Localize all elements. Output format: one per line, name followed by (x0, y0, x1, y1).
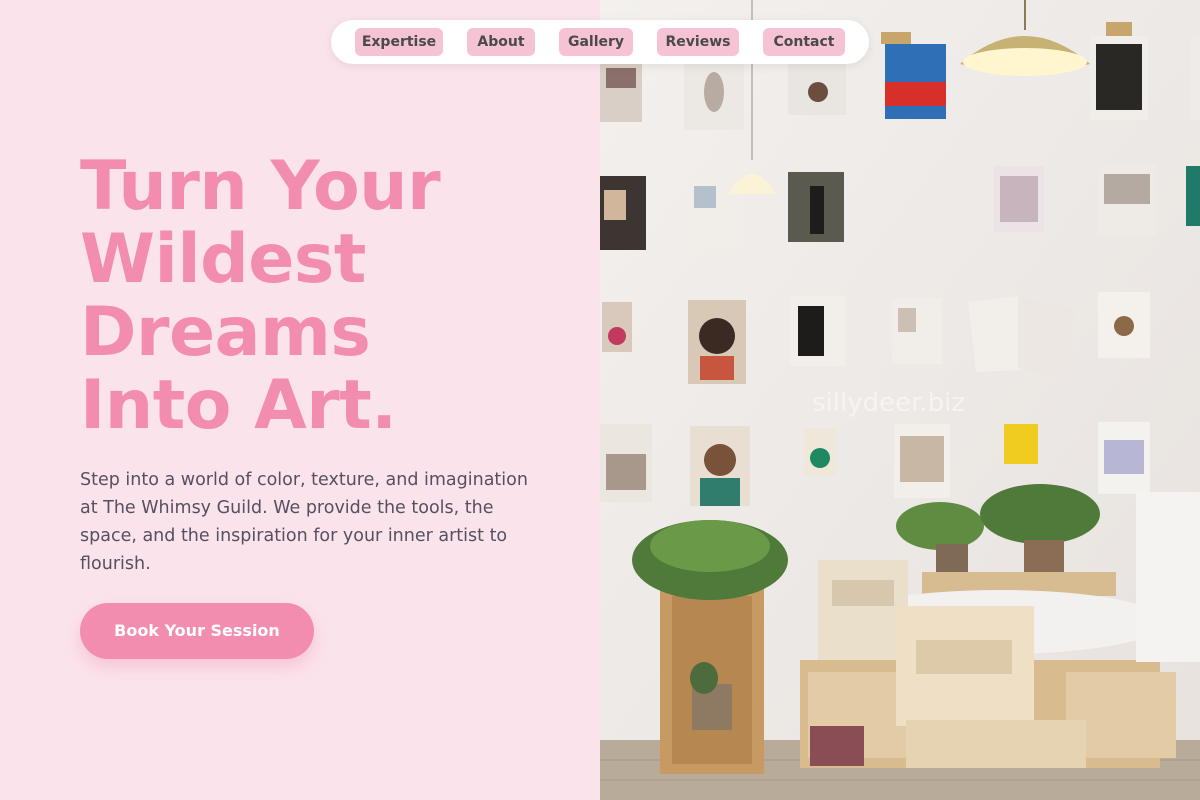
hero-panel: Turn Your Wildest Dreams Into Art. Step … (0, 0, 600, 800)
nav-item-about[interactable]: About (467, 28, 535, 56)
hero-description: Step into a world of color, texture, and… (80, 470, 528, 574)
nav-item-contact[interactable]: Contact (763, 28, 845, 56)
hero-title: Turn Your Wildest Dreams Into Art. (80, 150, 540, 442)
hero-title-line: Dreams (80, 293, 371, 372)
hero-title-line: Into Art. (80, 366, 397, 445)
nav-item-reviews[interactable]: Reviews (657, 28, 739, 56)
hero-title-line: Wildest (80, 220, 366, 299)
book-session-button[interactable]: Book Your Session (80, 603, 314, 659)
watermark: sillydeer.biz (812, 388, 966, 418)
hero-title-line: Turn Your (80, 147, 441, 226)
nav-item-expertise[interactable]: Expertise (355, 28, 443, 56)
nav-item-gallery[interactable]: Gallery (559, 28, 633, 56)
top-navigation: Expertise About Gallery Reviews Contact (331, 20, 869, 64)
